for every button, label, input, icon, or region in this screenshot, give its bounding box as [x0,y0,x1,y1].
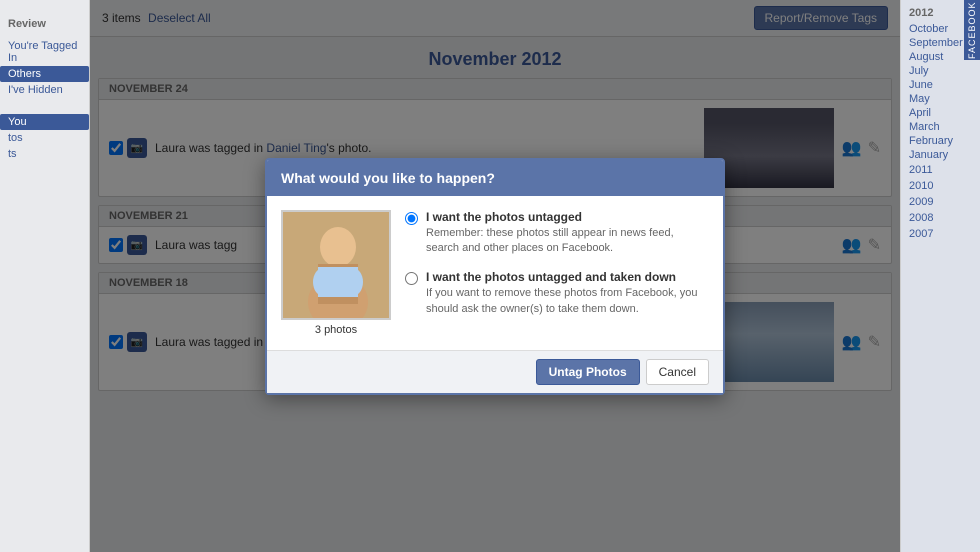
cancel-button[interactable]: Cancel [646,359,709,385]
option2-title: I want the photos untagged and taken dow… [426,270,709,284]
option2-radio[interactable] [405,272,418,285]
modal-title: What would you like to happen? [281,170,709,186]
sidebar-posts[interactable]: ts [0,146,89,162]
sidebar-item-hidden[interactable]: I've Hidden [0,82,89,98]
modal-option-1: I want the photos untagged Remember: the… [405,210,709,257]
option1-desc: Remember: these photos still appear in n… [426,226,709,257]
year-2010[interactable]: 2010 [901,178,980,194]
option1-text: I want the photos untagged Remember: the… [426,210,709,257]
month-april[interactable]: April [901,106,980,120]
modal-photo-preview [281,210,391,320]
modal-footer: Untag Photos Cancel [267,350,723,393]
year-2008[interactable]: 2008 [901,210,980,226]
month-february[interactable]: February [901,134,980,148]
modal-option-2: I want the photos untagged and taken dow… [405,270,709,317]
month-june[interactable]: June [901,78,980,92]
option1-radio[interactable] [405,212,418,225]
main-content: 3 items Deselect All Report/Remove Tags … [90,0,900,552]
review-label: Review [0,14,89,32]
facebook-label: FACEBOOK [964,0,980,60]
left-sidebar: Review You're Tagged In Others I've Hidd… [0,0,90,552]
modal-options: I want the photos untagged Remember: the… [405,210,709,332]
modal-header: What would you like to happen? [267,160,723,196]
month-march[interactable]: March [901,120,980,134]
option2-desc: If you want to remove these photos from … [426,286,709,317]
month-may[interactable]: May [901,92,980,106]
right-sidebar: 2012 October September August July June … [900,0,980,552]
modal-photo-svg [283,212,391,320]
year-2011[interactable]: 2011 [901,162,980,178]
sidebar-item-others[interactable]: Others [0,66,89,82]
modal-overlay: What would you like to happen? [90,0,900,552]
modal-body: 3 photos I want the photos untagged Reme… [267,196,723,350]
year-2009[interactable]: 2009 [901,194,980,210]
modal-photo-container: 3 photos [281,210,391,336]
month-january[interactable]: January [901,148,980,162]
untag-photos-button[interactable]: Untag Photos [536,359,640,385]
option2-text: I want the photos untagged and taken dow… [426,270,709,317]
month-july[interactable]: July [901,64,980,78]
sidebar-you-label[interactable]: You [0,114,89,130]
sidebar-item-tagged-in[interactable]: You're Tagged In [0,38,89,66]
modal-dialog: What would you like to happen? [265,158,725,395]
year-2007[interactable]: 2007 [901,226,980,242]
option1-title: I want the photos untagged [426,210,709,224]
modal-photo-label: 3 photos [315,324,357,336]
sidebar-photos[interactable]: tos [0,130,89,146]
